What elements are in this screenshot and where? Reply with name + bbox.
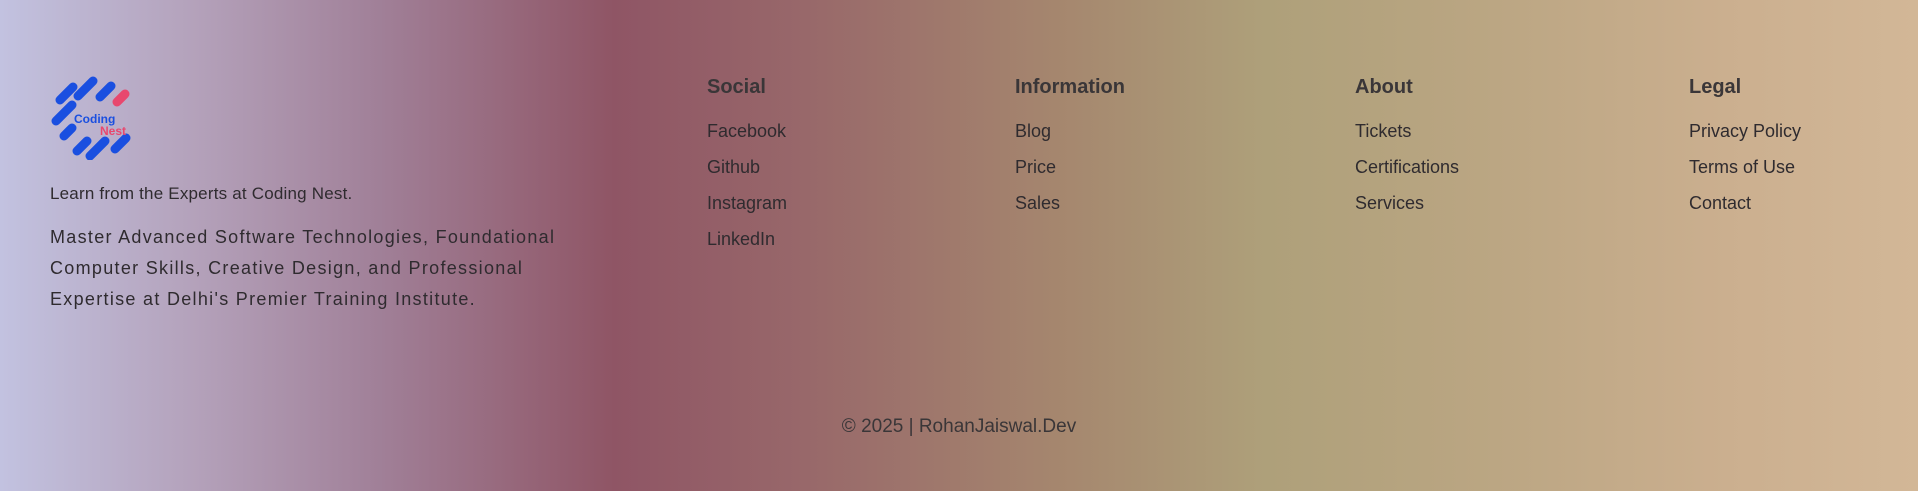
link-tickets[interactable]: Tickets	[1355, 113, 1459, 149]
link-terms-of-use[interactable]: Terms of Use	[1689, 149, 1801, 185]
social-heading: Social	[707, 76, 766, 98]
legal-heading: Legal	[1689, 76, 1742, 98]
brand-description: Master Advanced Software Technologies, F…	[50, 227, 556, 309]
link-services[interactable]: Services	[1355, 185, 1459, 221]
information-heading: Information	[1015, 76, 1125, 98]
logo-icon: Coding Nest	[51, 76, 131, 160]
link-privacy-policy[interactable]: Privacy Policy	[1689, 113, 1801, 149]
link-sales[interactable]: Sales	[1015, 185, 1125, 221]
social-column: Social Facebook Github Instagram LinkedI…	[707, 76, 787, 257]
link-linkedin[interactable]: LinkedIn	[707, 221, 787, 257]
link-facebook[interactable]: Facebook	[707, 113, 787, 149]
link-contact[interactable]: Contact	[1689, 185, 1801, 221]
social-links: Facebook Github Instagram LinkedIn	[707, 113, 787, 257]
link-price[interactable]: Price	[1015, 149, 1125, 185]
link-blog[interactable]: Blog	[1015, 113, 1125, 149]
coding-nest-logo[interactable]: Coding Nest	[50, 74, 136, 160]
legal-links: Privacy Policy Terms of Use Contact	[1689, 113, 1801, 221]
brand-tagline: Learn from the Experts at Coding Nest.	[50, 184, 353, 203]
information-links: Blog Price Sales	[1015, 113, 1125, 221]
information-column: Information Blog Price Sales	[1015, 76, 1125, 221]
about-heading: About	[1355, 76, 1413, 98]
about-links: Tickets Certifications Services	[1355, 113, 1459, 221]
legal-column: Legal Privacy Policy Terms of Use Contac…	[1689, 76, 1801, 221]
about-column: About Tickets Certifications Services	[1355, 76, 1459, 221]
link-certifications[interactable]: Certifications	[1355, 149, 1459, 185]
logo-text-bottom: Nest	[100, 124, 126, 138]
copyright-notice: © 2025 | RohanJaiswal.Dev	[841, 416, 1077, 437]
link-github[interactable]: Github	[707, 149, 787, 185]
site-footer: Coding Nest Learn from the Experts at Co…	[0, 0, 1918, 491]
link-instagram[interactable]: Instagram	[707, 185, 787, 221]
